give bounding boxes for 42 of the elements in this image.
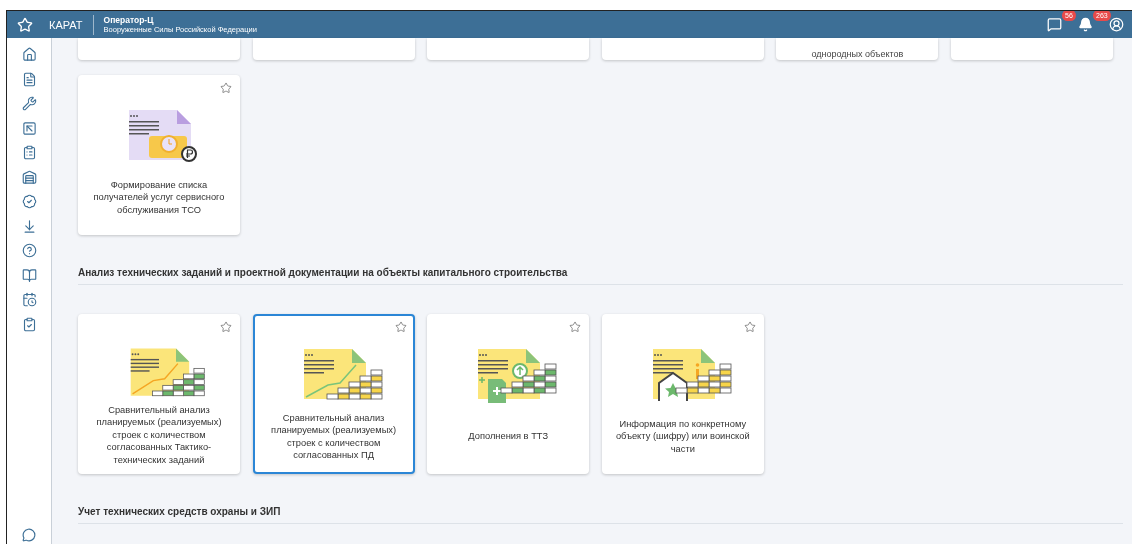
wrench-icon[interactable] bbox=[21, 96, 37, 111]
tile-label: Сравнительный анализ планируемых (реализуемых) строек с количеством согласованных ПД bbox=[270, 411, 398, 462]
tile-card[interactable] bbox=[427, 38, 590, 60]
messages-button[interactable] bbox=[1047, 17, 1062, 32]
tile-card[interactable]: Сравнительный анализ планируемых (реализуемых) строек с количеством согласованных ПД bbox=[252, 314, 415, 474]
tile-card[interactable]: Информация по конкретному объекту (шифру) или воинской части bbox=[601, 314, 764, 474]
arrow-square-icon[interactable] bbox=[21, 120, 37, 136]
help-icon[interactable] bbox=[21, 243, 37, 258]
book-icon[interactable] bbox=[21, 267, 37, 283]
clipboard-check-icon[interactable] bbox=[21, 316, 37, 332]
badge-icon[interactable] bbox=[21, 194, 37, 209]
tile-card[interactable]: Сравнительный анализ планируемых (реализуемых) строек с количеством согласованных Тактико-технических заданий bbox=[78, 314, 240, 474]
calendar-icon[interactable] bbox=[21, 292, 37, 307]
star-icon[interactable] bbox=[17, 16, 33, 33]
favorite-star-icon[interactable] bbox=[220, 321, 232, 333]
favorite-star-icon[interactable] bbox=[394, 321, 407, 333]
favorite-star-icon[interactable] bbox=[569, 321, 582, 333]
tile-label: однородных объектов bbox=[811, 49, 904, 59]
chat-icon[interactable] bbox=[22, 528, 36, 542]
notifications-button[interactable] bbox=[1078, 17, 1093, 32]
favorite-star-icon[interactable] bbox=[743, 321, 756, 333]
garage-icon[interactable] bbox=[21, 169, 37, 185]
document-icon[interactable] bbox=[21, 71, 37, 87]
favorite-star-icon[interactable] bbox=[220, 82, 232, 94]
tile-card[interactable] bbox=[950, 38, 1113, 60]
list-document-icon[interactable] bbox=[21, 145, 37, 160]
section-heading: Анализ технических заданий и проектной документации на объекты капитального строительства bbox=[78, 267, 1123, 285]
brand-name: КАРАТ bbox=[49, 18, 83, 31]
tile-card[interactable] bbox=[252, 38, 415, 60]
tile-label: Информация по конкретному объекту (шифру) или воинской части bbox=[614, 417, 751, 456]
user-icon[interactable] bbox=[1109, 17, 1124, 32]
app-title: Оператор-Ц bbox=[103, 14, 155, 25]
home-icon[interactable] bbox=[21, 47, 37, 62]
tile-card[interactable]: однородных объектов bbox=[776, 38, 939, 60]
tile-card[interactable]: Формирование списка получателей услуг сервисного обслуживания ТСО bbox=[78, 75, 240, 235]
tile-card[interactable] bbox=[601, 38, 764, 60]
tile-card[interactable]: Дополнения в ТТЗ bbox=[427, 314, 590, 474]
tile-label: Формирование списка получателей услуг сервисного обслуживания ТСО bbox=[92, 178, 226, 217]
tile-label: Сравнительный анализ планируемых (реализуемых) строек с количеством согласованных Тактико-технических заданий bbox=[95, 403, 223, 466]
tile-card[interactable] bbox=[78, 38, 240, 60]
tile-label: Дополнения в ТТЗ bbox=[468, 430, 548, 444]
section-heading: Учет технических средств охраны и ЗИП bbox=[78, 506, 1123, 524]
